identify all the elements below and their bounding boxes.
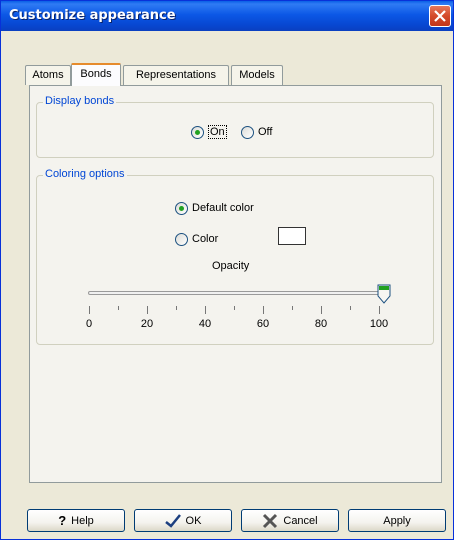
radio-on-label: On: [208, 125, 227, 139]
coloring-options-title: Coloring options: [43, 168, 127, 180]
bonds-panel: Display bonds On Off Coloring options De…: [29, 85, 442, 483]
tick-label-40: 40: [198, 318, 212, 330]
tick-minor: [350, 306, 351, 310]
tab-bonds[interactable]: Bonds: [71, 63, 121, 86]
question-mark-icon: ?: [58, 513, 67, 528]
tick-label-20: 20: [140, 318, 154, 330]
tick-major: [263, 306, 264, 314]
radio-default-color-label: Default color: [192, 202, 254, 214]
tick-minor: [176, 306, 177, 310]
tick-label-60: 60: [256, 318, 270, 330]
slider-thumb[interactable]: [377, 284, 391, 304]
tick-major: [147, 306, 148, 314]
tab-representations[interactable]: Representations: [123, 65, 229, 85]
opacity-label: Opacity: [212, 260, 250, 272]
radio-off-indicator[interactable]: [241, 125, 254, 139]
close-icon: [434, 10, 446, 22]
help-button[interactable]: ? Help: [27, 509, 125, 532]
tick-label-0: 0: [85, 318, 93, 330]
tick-major: [89, 306, 90, 314]
ok-button[interactable]: OK: [134, 509, 232, 532]
radio-default-color-indicator[interactable]: [175, 201, 188, 215]
radio-default-color[interactable]: Default color: [175, 200, 254, 216]
apply-button[interactable]: Apply: [348, 509, 446, 532]
tick-minor: [292, 306, 293, 310]
tick-label-80: 80: [314, 318, 328, 330]
title-bar: Customize appearance: [1, 1, 453, 31]
tab-atoms[interactable]: Atoms: [25, 65, 71, 85]
tab-models[interactable]: Models: [231, 65, 283, 85]
checkmark-icon: [164, 513, 181, 528]
radio-off-label: Off: [258, 126, 273, 138]
tick-minor: [234, 306, 235, 310]
radio-color-indicator[interactable]: [175, 232, 188, 246]
tick-major: [321, 306, 322, 314]
radio-color-label: Color: [192, 233, 219, 245]
slider-track[interactable]: [88, 291, 388, 295]
tick-label-100: 100: [369, 318, 389, 330]
display-bonds-group: Display bonds On Off: [36, 95, 434, 158]
close-button[interactable]: [429, 5, 451, 27]
cancel-button[interactable]: Cancel: [241, 509, 339, 532]
coloring-options-group: Coloring options Default color Color Opa…: [36, 168, 434, 345]
customize-appearance-dialog: Customize appearance Atoms Bonds Represe…: [0, 0, 454, 540]
radio-on-indicator[interactable]: [191, 125, 204, 139]
window-title: Customize appearance: [9, 8, 176, 23]
cancel-x-icon: [262, 513, 278, 529]
radio-off[interactable]: Off: [241, 124, 272, 140]
tick-minor: [118, 306, 119, 310]
display-bonds-title: Display bonds: [43, 95, 117, 107]
tick-major: [379, 306, 380, 314]
color-swatch-button[interactable]: [278, 227, 306, 245]
tick-major: [205, 306, 206, 314]
radio-on[interactable]: On: [191, 124, 227, 140]
radio-color[interactable]: Color: [175, 231, 218, 247]
